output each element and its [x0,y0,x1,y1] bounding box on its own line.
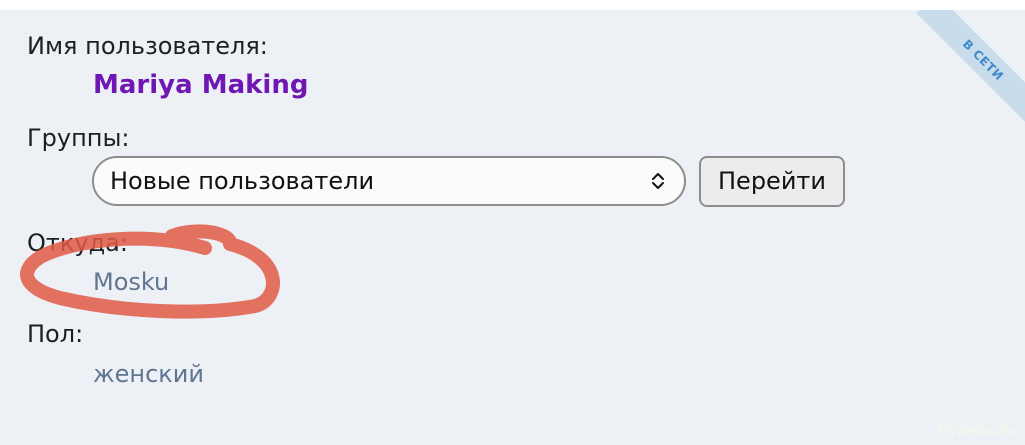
profile-panel: В СЕТИ Имя пользователя: Mariya Making Г… [0,10,1025,445]
watermark: MySeRos.Ru [937,424,1017,439]
chevron-up-down-icon [652,173,664,189]
gender-label: Пол: [27,320,84,348]
groups-select[interactable]: Новые пользователи [92,156,686,206]
location-label: Откуда: [27,229,128,257]
username-value[interactable]: Mariya Making [93,70,308,100]
gender-value: женский [93,360,204,388]
groups-select-value: Новые пользователи [110,167,375,195]
online-badge: В СЕТИ [916,10,1025,127]
username-label: Имя пользователя: [27,32,268,60]
groups-label: Группы: [27,124,130,152]
go-button[interactable]: Перейти [699,156,845,207]
location-value: Mosku [93,268,170,296]
